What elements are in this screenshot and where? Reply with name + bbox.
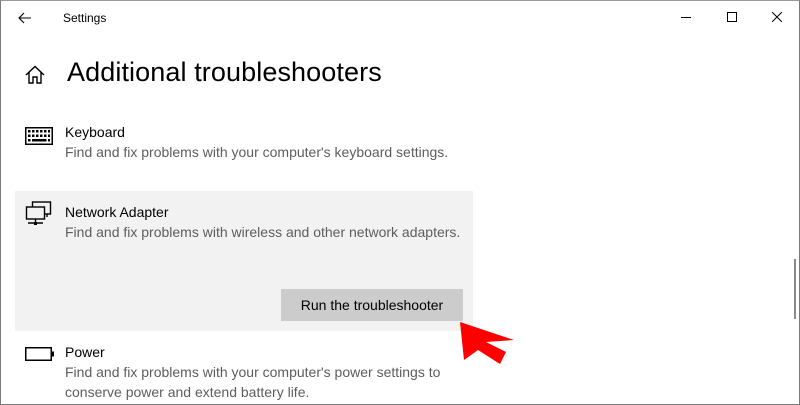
- battery-icon: [25, 347, 54, 361]
- maximize-button[interactable]: [709, 1, 755, 33]
- troubleshooter-description: Find and fix problems with your computer…: [65, 144, 449, 160]
- title-bar: Settings: [1, 1, 799, 35]
- back-arrow-icon: [18, 12, 31, 24]
- troubleshooter-description: Find and fix problems with your computer…: [65, 364, 441, 400]
- maximize-icon: [727, 12, 737, 22]
- keyboard-icon: [25, 127, 53, 145]
- pointer-arrow-annotation: [460, 322, 514, 364]
- troubleshooter-item-keyboard[interactable]: Keyboard Find and fix problems with your…: [15, 119, 473, 185]
- network-adapter-icon: [25, 201, 52, 225]
- window-title: Settings: [63, 11, 107, 25]
- back-button[interactable]: [7, 4, 43, 32]
- troubleshooter-description: Find and fix problems with wireless and …: [65, 224, 461, 240]
- minimize-button[interactable]: [663, 1, 709, 33]
- troubleshooter-title: Network Adapter: [65, 204, 169, 220]
- run-troubleshooter-button[interactable]: Run the troubleshooter: [281, 289, 463, 321]
- home-button[interactable]: [23, 63, 47, 87]
- troubleshooter-item-power[interactable]: Power Find and fix problems with your co…: [15, 337, 473, 405]
- page-title: Additional troubleshooters: [67, 57, 382, 87]
- close-button[interactable]: [754, 1, 800, 33]
- troubleshooter-item-network-adapter[interactable]: Network Adapter Find and fix problems wi…: [15, 191, 473, 331]
- troubleshooter-title: Power: [65, 344, 105, 360]
- minimize-icon: [681, 17, 691, 18]
- troubleshooter-title: Keyboard: [65, 124, 125, 140]
- scrollbar-thumb[interactable]: [794, 259, 796, 319]
- settings-window: Settings Additional troubleshooters Keyb…: [0, 0, 800, 405]
- close-icon: [772, 12, 782, 22]
- home-icon: [25, 65, 45, 84]
